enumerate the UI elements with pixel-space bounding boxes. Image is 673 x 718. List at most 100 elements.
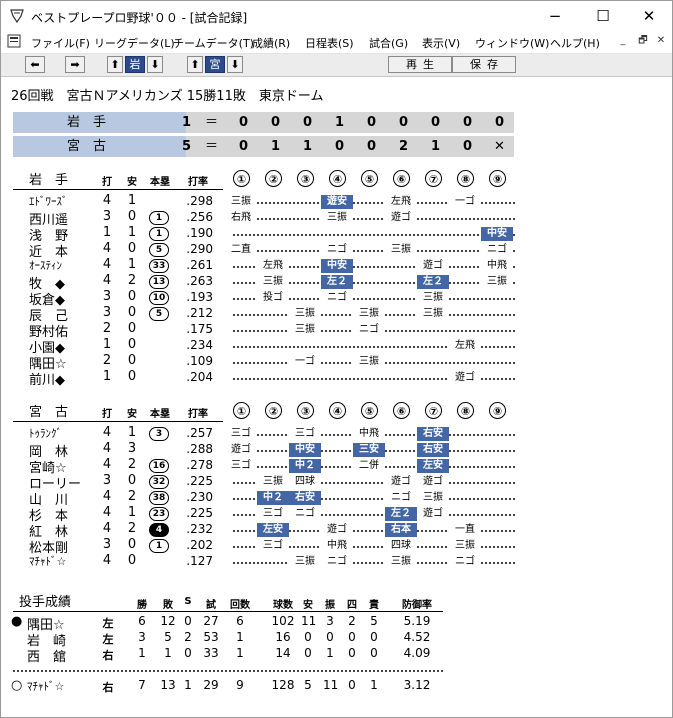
app-window: ベストプレープロ野球'００ - [試合記録] − ☐ ✕ ファイル(F) リーグ… [0, 0, 673, 718]
player-hits: 0 [127, 241, 137, 256]
at-bat-result: ニゴ [289, 507, 321, 521]
pitcher-stat: 11 [301, 614, 317, 628]
mdi-minimize-button[interactable]: _ [615, 34, 631, 48]
player-home-run-badge: 3 [149, 427, 169, 441]
inning-number-label: ② [265, 170, 282, 187]
player-home-run-badge: 23 [149, 507, 169, 521]
at-bat-result: 遊ゴ [385, 211, 417, 225]
at-bat-result: 三振 [417, 291, 449, 305]
pitcher-stat: 5 [164, 630, 172, 644]
play-button[interactable]: 再生 [388, 56, 452, 73]
scoreboard-inning-runs: 0 [238, 115, 249, 130]
minimize-button[interactable]: − [532, 1, 578, 31]
pitching-col-header: 安 [303, 600, 313, 611]
at-bat-hit-result: 中安 [289, 443, 321, 457]
at-bat-result: 三振 [417, 307, 449, 321]
pitcher-stat: 13 [160, 678, 176, 692]
player-home-run-badge: 1 [149, 211, 169, 225]
player-at-bats: 3 [102, 289, 112, 304]
player-average: .257 [186, 426, 213, 440]
menu-league-data[interactable]: リーグデータ(L) [94, 35, 175, 51]
team2-select-button[interactable]: 宮 [205, 56, 225, 73]
maximize-button[interactable]: ☐ [580, 1, 626, 31]
prev-game-button[interactable]: ⬅ [25, 56, 45, 73]
pitcher-stat: 1 [326, 646, 334, 660]
team2-down-button[interactable]: ⬇ [227, 56, 243, 73]
player-home-run-badge: 4 [149, 523, 169, 537]
at-bat-result: 三ゴ [225, 427, 257, 441]
at-bat-result: 投ゴ [257, 291, 289, 305]
at-bat-result: 一ゴ [289, 355, 321, 369]
inning-number-label: ⑨ [489, 402, 506, 419]
document-icon[interactable] [7, 34, 21, 48]
player-home-run-badge: 10 [149, 291, 169, 305]
win-marker: ○ [11, 678, 23, 693]
player-home-run-badge: 38 [149, 491, 169, 505]
pitcher-stat: 14 [275, 646, 291, 660]
player-average: .263 [186, 274, 213, 288]
player-average: .175 [186, 322, 213, 336]
baseball-app-icon [10, 9, 24, 24]
pitcher-stat: 4.52 [403, 630, 431, 644]
menu-team-data[interactable]: チームデータ(T) [173, 35, 254, 51]
player-hits: 0 [127, 537, 137, 552]
close-button[interactable]: ✕ [626, 1, 672, 31]
player-average: .230 [186, 490, 213, 504]
inning-number-label: ③ [297, 170, 314, 187]
at-bat-hit-result: 左２ [417, 275, 449, 289]
loss-marker: ● [11, 614, 23, 629]
player-at-bats: 4 [102, 553, 112, 568]
at-bat-result: 三ゴ [225, 459, 257, 473]
player-home-run-badge: 16 [149, 459, 169, 473]
player-name: ﾄｩﾗﾝｸﾞ [29, 427, 62, 440]
menu-stats[interactable]: 成績(R) [252, 35, 290, 51]
team1-select-button[interactable]: 岩 [125, 56, 145, 73]
at-bat-result: 左飛 [449, 339, 481, 353]
pitcher-stat: 0 [304, 646, 312, 660]
at-bat-dotted-line [233, 234, 515, 236]
menu-game[interactable]: 試合(G) [369, 35, 408, 51]
menu-bar: ファイル(F) リーグデータ(L) チームデータ(T) 成績(R) 日程表(S)… [1, 31, 672, 54]
player-hits: 0 [127, 305, 137, 320]
player-hits: 2 [127, 521, 137, 536]
next-game-button[interactable]: ➡ [65, 56, 85, 73]
player-hits: 1 [127, 425, 137, 440]
at-bat-result: 中飛 [321, 539, 353, 553]
menu-file[interactable]: ファイル(F) [31, 35, 90, 51]
player-hits: 1 [127, 505, 137, 520]
inning-number-label: ① [233, 170, 250, 187]
pitching-col-header: 四 [347, 600, 357, 611]
at-bat-result: 三振 [481, 275, 513, 289]
mdi-restore-button[interactable]: 🗗 [635, 34, 651, 48]
pitching-col-header: 防御率 [402, 600, 432, 611]
pitcher-stat: 5.19 [403, 614, 431, 628]
scoreboard-inning-runs: 0 [302, 115, 313, 130]
col-header-average: 打率 [188, 409, 208, 420]
menu-schedule[interactable]: 日程表(S) [305, 35, 354, 51]
at-bat-result: 三振 [385, 555, 417, 569]
team2-up-button[interactable]: ⬆ [187, 56, 203, 73]
team1-up-button[interactable]: ⬆ [107, 56, 123, 73]
player-average: .204 [186, 370, 213, 384]
menu-help[interactable]: ヘルプ(H) [550, 35, 600, 51]
save-button[interactable]: 保存 [452, 56, 516, 73]
section-divider [13, 611, 443, 612]
at-bat-hit-result: 右安 [417, 427, 449, 441]
pitching-col-header: 勝 [137, 600, 147, 611]
team1-down-button[interactable]: ⬇ [147, 56, 163, 73]
pitcher-stat: 0 [348, 630, 356, 644]
mdi-close-button[interactable]: ✕ [653, 34, 669, 48]
player-at-bats: 4 [102, 457, 112, 472]
at-bat-hit-result: 三安 [353, 443, 385, 457]
player-average: .256 [186, 210, 213, 224]
menu-window[interactable]: ウィンドウ(W) [475, 35, 549, 51]
at-bat-result: 三振 [353, 307, 385, 321]
menu-view[interactable]: 表示(V) [422, 35, 460, 51]
at-bat-result: ニゴ [385, 491, 417, 505]
at-bat-dotted-line [233, 250, 515, 252]
player-average: .212 [186, 306, 213, 320]
game-header: 26回戦 宮古Ｎアメリカンズ 15勝11敗 東京ドーム [11, 89, 324, 104]
player-average: .232 [186, 522, 213, 536]
player-hits: 0 [127, 353, 137, 368]
at-bat-hit-result: 右安 [289, 491, 321, 505]
